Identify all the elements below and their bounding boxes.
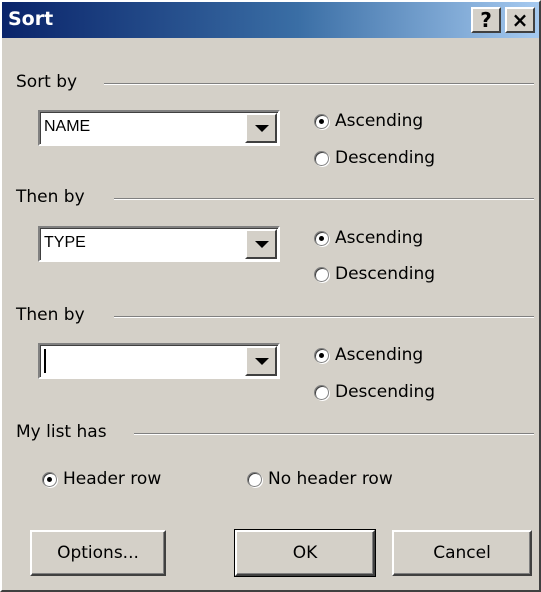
options-button[interactable]: Options... (30, 530, 166, 576)
sort-by-ascending-label: Ascending (335, 111, 424, 131)
sort-by-dropdown-arrow-icon[interactable] (245, 113, 277, 143)
sort-by-ascending-radio[interactable]: Ascending (314, 111, 423, 131)
then-by-2-label: Then by (16, 305, 85, 325)
radio-unchecked-icon (247, 471, 262, 487)
my-list-has-label: My list has (16, 422, 107, 442)
close-button[interactable]: × (505, 7, 535, 33)
cancel-button[interactable]: Cancel (392, 530, 532, 576)
radio-checked-icon (314, 230, 329, 246)
then-by-1-descending-label: Descending (335, 264, 436, 284)
then-by-2-ascending-label: Ascending (335, 345, 424, 365)
radio-unchecked-icon (314, 266, 329, 282)
then-by-1-ascending-label: Ascending (335, 228, 424, 248)
sort-by-label: Sort by (16, 72, 78, 92)
text-caret (44, 349, 46, 373)
header-row-radio[interactable]: Header row (42, 469, 161, 489)
title-bar: Sort ? × (2, 2, 539, 38)
radio-checked-icon (42, 471, 57, 487)
no-header-row-radio[interactable]: No header row (247, 469, 393, 489)
then-by-1-descending-radio[interactable]: Descending (314, 264, 435, 284)
radio-checked-icon (314, 347, 329, 363)
sort-by-divider (104, 83, 534, 85)
header-row-label: Header row (63, 469, 162, 489)
sort-by-descending-radio[interactable]: Descending (314, 148, 435, 168)
then-by-2-descending-label: Descending (335, 382, 436, 402)
then-by-1-select[interactable]: TYPE (38, 226, 280, 262)
then-by-1-ascending-radio[interactable]: Ascending (314, 228, 423, 248)
sort-by-select[interactable]: NAME (38, 110, 280, 146)
then-by-1-divider (114, 198, 534, 200)
then-by-2-select[interactable] (38, 343, 280, 379)
then-by-2-divider (114, 316, 534, 318)
then-by-1-label: Then by (16, 187, 85, 207)
my-list-has-divider (134, 433, 534, 435)
then-by-1-value: TYPE (44, 234, 86, 251)
sort-by-descending-label: Descending (335, 148, 436, 168)
window-title: Sort (8, 8, 54, 30)
then-by-2-ascending-radio[interactable]: Ascending (314, 345, 423, 365)
ok-button[interactable]: OK (234, 529, 376, 577)
then-by-2-dropdown-arrow-icon[interactable] (245, 346, 277, 376)
then-by-2-descending-radio[interactable]: Descending (314, 382, 435, 402)
sort-by-value: NAME (44, 118, 91, 135)
no-header-row-label: No header row (268, 469, 393, 489)
radio-checked-icon (314, 113, 329, 129)
radio-unchecked-icon (314, 150, 329, 166)
then-by-1-dropdown-arrow-icon[interactable] (245, 229, 277, 259)
sort-dialog: Sort ? × Sort by NAME Ascending Descendi… (0, 0, 541, 592)
radio-unchecked-icon (314, 384, 329, 400)
help-button[interactable]: ? (471, 7, 501, 33)
